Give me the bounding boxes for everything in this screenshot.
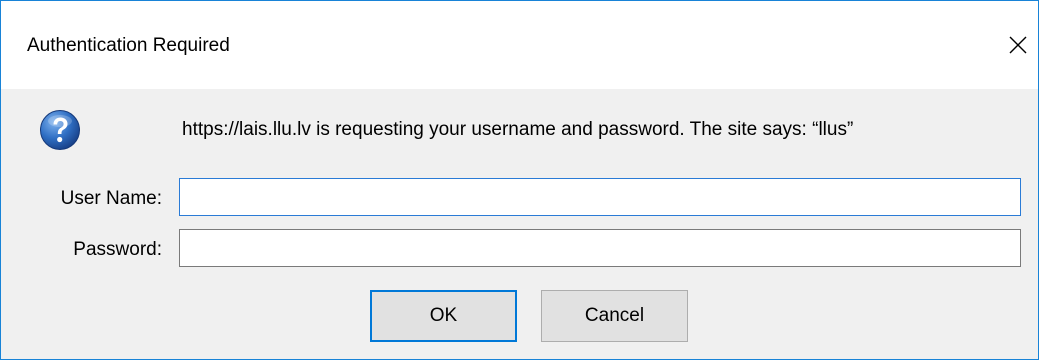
cancel-button[interactable]: Cancel — [541, 290, 688, 342]
question-icon — [40, 110, 80, 150]
auth-message: https://lais.llu.lv is requesting your u… — [182, 119, 854, 140]
ok-button[interactable]: OK — [370, 290, 517, 342]
username-label: User Name: — [60, 188, 162, 209]
close-icon — [1009, 36, 1027, 54]
password-label: Password: — [73, 239, 162, 260]
title-bar: Authentication Required — [1, 1, 1038, 89]
close-button[interactable] — [998, 23, 1038, 67]
dialog-title: Authentication Required — [27, 35, 230, 56]
username-input[interactable] — [179, 178, 1021, 216]
auth-dialog: Authentication Required https://lais.llu… — [0, 0, 1039, 360]
password-input[interactable] — [179, 229, 1021, 267]
